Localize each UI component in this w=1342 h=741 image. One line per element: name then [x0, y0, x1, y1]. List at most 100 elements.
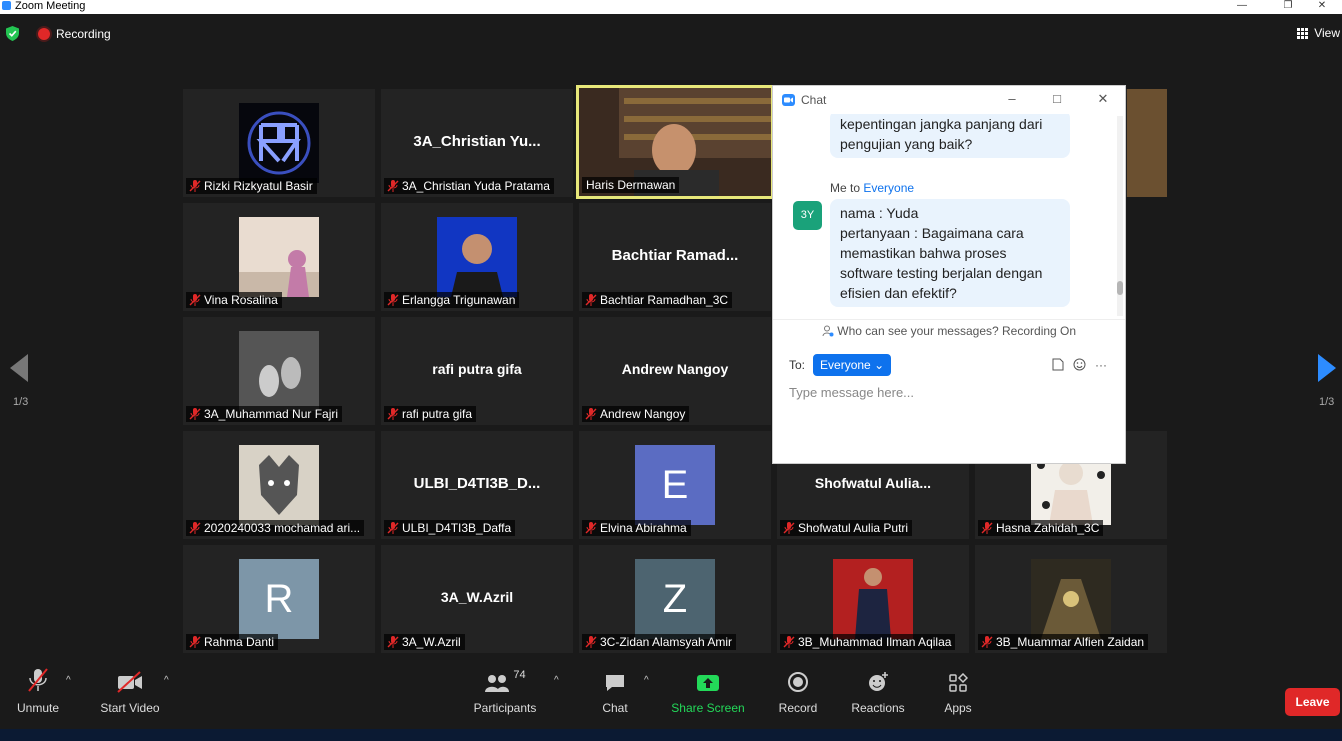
- participant-initial-avatar: E: [635, 445, 715, 525]
- chat-button[interactable]: Chat: [595, 665, 635, 729]
- audio-options-caret[interactable]: ^: [66, 675, 71, 686]
- person-lock-icon: [822, 325, 834, 337]
- muted-mic-icon: [387, 636, 399, 648]
- apps-button[interactable]: Apps: [940, 665, 976, 729]
- video-tile[interactable]: ULBI_D4TI3B_D... ULBI_D4TI3B_Daffa: [381, 431, 573, 539]
- chat-window: Chat – □ ✕ kepentingan jangka panjang da…: [772, 85, 1126, 464]
- participants-button[interactable]: 74 Participants: [470, 665, 540, 729]
- participants-options-caret[interactable]: ^: [554, 675, 559, 686]
- video-tile[interactable]: Z 3C-Zidan Alamsyah Amir: [579, 545, 771, 653]
- participants-icon: [485, 675, 510, 692]
- video-tile[interactable]: Andrew Nangoy Andrew Nangoy: [579, 317, 771, 425]
- muted-mic-icon: [585, 636, 597, 648]
- zoom-video-icon: [782, 94, 795, 106]
- video-tile[interactable]: Rizki Rizkyatul Basir: [183, 89, 375, 197]
- meeting-area: Recording View 1/3 1/3 Rizki Rizkyatul B…: [0, 14, 1342, 729]
- recipient-dropdown[interactable]: Everyone ⌄: [813, 354, 892, 376]
- video-tile[interactable]: R Rahma Danti: [183, 545, 375, 653]
- participant-name-label: Hasna Zahidah_3C: [978, 520, 1104, 536]
- participant-name-label: 3A_W.Azril: [384, 634, 465, 650]
- participant-name-label: rafi putra gifa: [384, 406, 477, 422]
- arrow-left-icon: [10, 354, 28, 382]
- chat-message-input[interactable]: Type message here...: [789, 385, 914, 400]
- video-tile[interactable]: 3A_Christian Yu... 3A_Christian Yuda Pra…: [381, 89, 573, 197]
- muted-mic-icon: [585, 294, 597, 306]
- muted-mic-icon: [189, 636, 201, 648]
- video-tile[interactable]: Erlangga Trigunawan: [381, 203, 573, 311]
- video-tile[interactable]: Vina Rosalina: [183, 203, 375, 311]
- view-label: View: [1314, 26, 1340, 40]
- more-options-icon[interactable]: ···: [1095, 358, 1107, 372]
- participant-name-label: 2020240033 mochamad ari...: [186, 520, 365, 536]
- view-button[interactable]: View: [1297, 26, 1342, 40]
- video-tile[interactable]: 3B_Muammar Alfien Zaidan: [975, 545, 1167, 653]
- chat-message-bubble: kepentingan jangka panjang dari pengujia…: [830, 114, 1070, 158]
- video-tile[interactable]: E Elvina Abirahma: [579, 431, 771, 539]
- chat-options-caret[interactable]: ^: [644, 675, 649, 686]
- participant-name-label: 3B_Muhammad Ilman Aqilaa: [780, 634, 956, 650]
- record-button[interactable]: Record: [776, 665, 820, 729]
- start-video-button[interactable]: Start Video: [98, 665, 162, 729]
- muted-mic-icon: [783, 522, 795, 534]
- muted-mic-icon: [189, 180, 201, 192]
- leave-meeting-button[interactable]: Leave: [1285, 688, 1340, 716]
- close-window-button[interactable]: ✕: [1302, 0, 1342, 12]
- meeting-toolbar: Unmute ^ Start Video ^ 74 Participants ^…: [0, 665, 1342, 729]
- muted-mic-icon: [585, 408, 597, 420]
- participant-photo-avatar: [239, 217, 319, 297]
- sender-avatar: 3Y: [793, 201, 822, 230]
- video-tile[interactable]: rafi putra gifa rafi putra gifa: [381, 317, 573, 425]
- participant-display-name: 3A_Christian Yu...: [413, 133, 541, 150]
- os-taskbar: [0, 729, 1342, 741]
- reactions-button[interactable]: Reactions: [850, 665, 906, 729]
- chat-scrollbar-thumb[interactable]: [1117, 281, 1123, 295]
- video-tile[interactable]: 3B_Muhammad Ilman Aqilaa: [777, 545, 969, 653]
- grid-view-icon: [1297, 27, 1309, 39]
- chat-header: Chat – □ ✕: [773, 86, 1125, 114]
- unmute-button[interactable]: Unmute: [12, 665, 64, 729]
- video-tile[interactable]: 3A_W.Azril 3A_W.Azril: [381, 545, 573, 653]
- video-tile[interactable]: Bachtiar Ramad... Bachtiar Ramadhan_3C: [579, 203, 771, 311]
- chat-close-icon[interactable]: ✕: [1096, 92, 1110, 106]
- participant-name-label: ULBI_D4TI3B_Daffa: [384, 520, 516, 536]
- participant-initial-avatar: Z: [635, 559, 715, 639]
- participant-name-label: 3C-Zidan Alamsyah Amir: [582, 634, 737, 650]
- chat-messages: kepentingan jangka panjang dari pengujia…: [773, 114, 1125, 319]
- participant-display-name: Shofwatul Aulia...: [814, 475, 932, 491]
- muted-mic-icon: [387, 294, 399, 306]
- emoji-icon[interactable]: [1073, 358, 1086, 371]
- next-page-button[interactable]: [1318, 354, 1336, 387]
- chat-minimize-icon[interactable]: –: [1005, 92, 1019, 106]
- chat-recipient-bar: To: Everyone ⌄: [789, 354, 892, 376]
- share-screen-icon: [697, 675, 719, 691]
- participant-name-label: Shofwatul Aulia Putri: [780, 520, 913, 536]
- minimize-window-button[interactable]: —: [1222, 0, 1262, 12]
- chat-privacy-notice[interactable]: Who can see your messages? Recording On: [773, 319, 1125, 341]
- video-options-caret[interactable]: ^: [164, 675, 169, 686]
- chat-tools: ···: [1052, 358, 1107, 372]
- chat-scrollbar[interactable]: [1117, 116, 1123, 316]
- arrow-right-icon: [1318, 354, 1336, 382]
- video-tile[interactable]: 3A_Muhammad Nur Fajri: [183, 317, 375, 425]
- muted-mic-icon: [981, 636, 993, 648]
- chat-sender-line: Me to Everyone: [830, 181, 915, 195]
- muted-mic-icon: [189, 522, 201, 534]
- recording-indicator[interactable]: Recording: [38, 27, 111, 41]
- participant-name-label: Rizki Rizkyatul Basir: [186, 178, 317, 194]
- previous-page-button[interactable]: [10, 354, 28, 387]
- encryption-shield-icon[interactable]: [6, 26, 19, 41]
- window-title: Zoom Meeting: [15, 0, 86, 12]
- file-icon[interactable]: [1052, 358, 1064, 371]
- participant-name-label: Haris Dermawan: [582, 177, 680, 193]
- muted-microphone-icon: [28, 668, 48, 692]
- share-screen-button[interactable]: Share Screen: [670, 665, 746, 729]
- active-speaker-tile[interactable]: Haris Dermawan: [576, 85, 774, 199]
- to-label: To:: [789, 358, 806, 372]
- video-tile[interactable]: 2020240033 mochamad ari...: [183, 431, 375, 539]
- participant-photo-avatar: [239, 331, 319, 411]
- chat-maximize-icon[interactable]: □: [1050, 92, 1064, 106]
- participant-name-label: 3A_Muhammad Nur Fajri: [186, 406, 343, 422]
- chat-recipient: Everyone: [863, 181, 915, 195]
- chevron-down-icon: ⌄: [874, 358, 885, 372]
- participant-logo-avatar: [239, 103, 319, 183]
